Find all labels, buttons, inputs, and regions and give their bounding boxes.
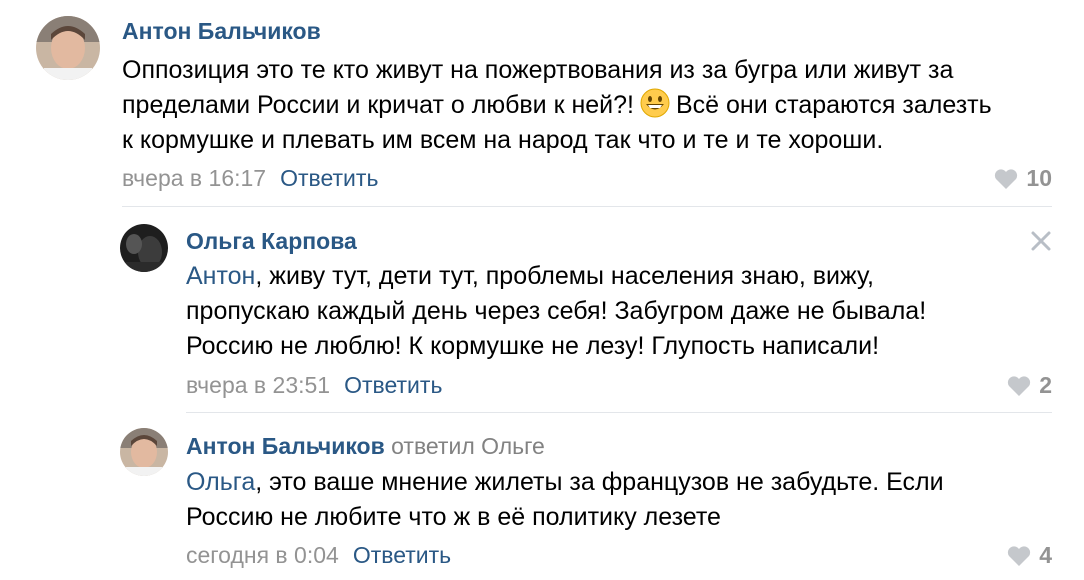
comment-text: Ольга, это ваше мнение жилеты за француз…: [186, 465, 944, 535]
comment-text-line: пропускаю каждый день через себя! Забугр…: [186, 297, 927, 325]
comment-time[interactable]: вчера в 16:17: [122, 165, 266, 191]
heart-icon: [1008, 545, 1031, 566]
mention-link[interactable]: Антон: [186, 262, 255, 290]
divider: [122, 206, 1052, 207]
comment-text-segment: , это ваше мнение жилеты за французов не…: [255, 468, 944, 496]
avatar[interactable]: [120, 224, 168, 272]
grinning-face-icon: [640, 88, 670, 118]
comment-text-line: Ольга, это ваше мнение жилеты за француз…: [186, 465, 944, 500]
avatar[interactable]: [120, 428, 168, 476]
like-button[interactable]: 4: [1007, 542, 1052, 569]
comment-text-line: Россию не люблю! К кормушке не лезу! Глу…: [186, 332, 880, 360]
mention-link[interactable]: Ольга: [186, 468, 255, 496]
heart-icon: [995, 168, 1018, 189]
replied-to[interactable]: ответил Ольге: [391, 433, 545, 459]
comment-text: Антон, живу тут, дети тут, проблемы насе…: [186, 259, 926, 364]
like-count: 4: [1039, 542, 1052, 568]
avatar-photo-icon: [120, 224, 168, 272]
divider: [186, 412, 1052, 413]
comment-author[interactable]: Ольга Карпова: [186, 228, 357, 255]
comment-author: Антон Бальчиков ответил Ольге: [186, 433, 545, 460]
heart-icon: [1008, 375, 1031, 396]
comment-text-segment: Всё они стараются залезть: [676, 91, 992, 119]
avatar-photo-icon: [36, 16, 100, 80]
comment-text-segment: пределами России и кричат о любви к ней?…: [122, 91, 634, 119]
like-count: 2: [1039, 372, 1052, 398]
like-count: 10: [1026, 165, 1052, 191]
author-name[interactable]: Антон Бальчиков: [186, 433, 385, 459]
comment-text: Оппозиция это те кто живут на пожертвова…: [122, 53, 992, 158]
comment-meta: вчера в 23:51 Ответить: [186, 372, 442, 399]
comment-text-line: Оппозиция это те кто живут на пожертвова…: [122, 56, 954, 84]
comment-time[interactable]: сегодня в 0:04: [186, 542, 339, 568]
comment-text-line: к кормушке и плевать им всем на народ та…: [122, 126, 884, 154]
reply-button[interactable]: Ответить: [344, 372, 442, 398]
comment-time[interactable]: вчера в 23:51: [186, 372, 330, 398]
close-icon[interactable]: [1030, 230, 1052, 252]
like-button[interactable]: 2: [1007, 372, 1052, 399]
comment-meta: вчера в 16:17 Ответить: [122, 165, 378, 192]
avatar[interactable]: [36, 16, 100, 80]
comment-author[interactable]: Антон Бальчиков: [122, 18, 321, 45]
avatar-photo-icon: [120, 428, 168, 476]
comment-text-segment: , живу тут, дети тут, проблемы населения…: [255, 262, 874, 290]
comment-text-line: Антон, живу тут, дети тут, проблемы насе…: [186, 259, 926, 294]
comment-text-line: Россию не любите что ж в её политику лез…: [186, 503, 721, 531]
like-button[interactable]: 10: [994, 165, 1052, 192]
reply-button[interactable]: Ответить: [280, 165, 378, 191]
reply-button[interactable]: Ответить: [353, 542, 451, 568]
comment-meta: сегодня в 0:04 Ответить: [186, 542, 451, 569]
comment-text-line: пределами России и кричат о любви к ней?…: [122, 88, 992, 123]
